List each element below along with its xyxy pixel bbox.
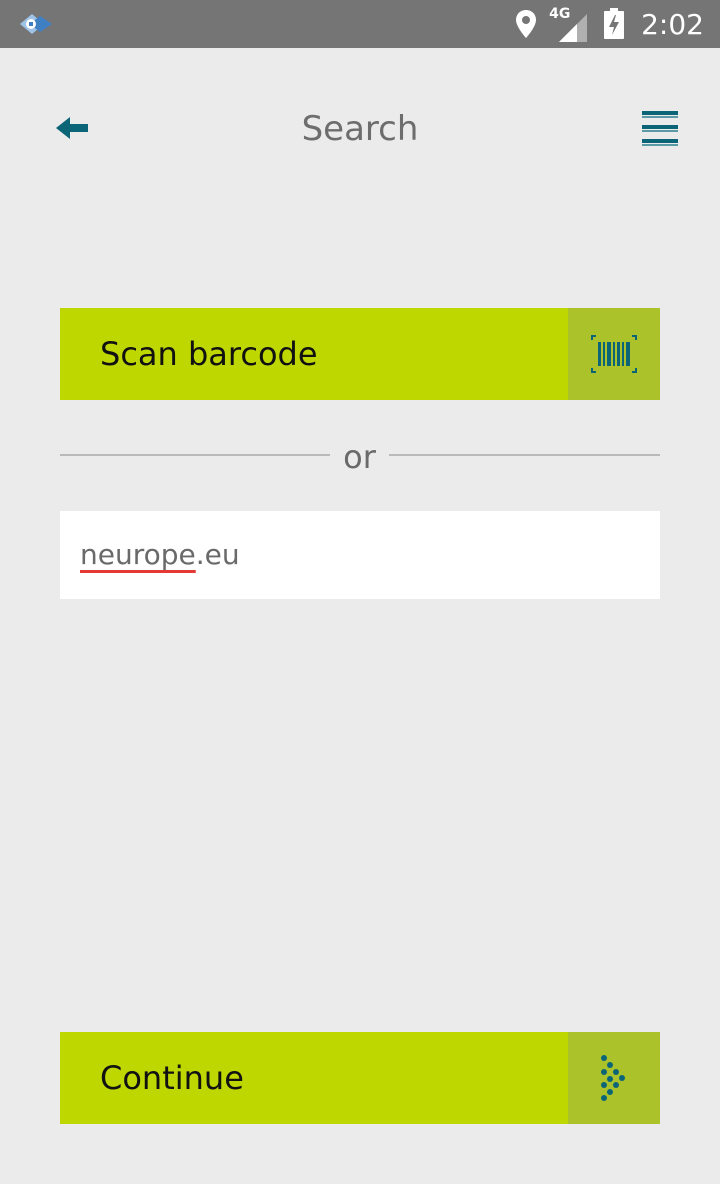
divider-line-left xyxy=(60,454,330,456)
app-bar: Search xyxy=(0,48,720,212)
search-input[interactable]: neurope.eu xyxy=(60,511,660,599)
location-icon xyxy=(516,10,537,38)
continue-button[interactable]: Continue xyxy=(60,1032,660,1124)
status-icons: 4G 2:02 xyxy=(515,0,704,48)
back-button[interactable] xyxy=(46,108,98,148)
or-text: or xyxy=(343,438,376,476)
status-time: 2:02 xyxy=(641,7,704,41)
signal-4g-icon: 4G xyxy=(549,4,589,44)
misspelled-word: neurope xyxy=(80,538,196,571)
page-title: Search xyxy=(301,109,419,149)
search-input-value: neurope.eu xyxy=(80,511,240,599)
dotted-arrow-icon xyxy=(601,1055,625,1101)
continue-icon-box xyxy=(568,1032,660,1124)
scan-barcode-label: Scan barcode xyxy=(100,335,318,373)
arrow-left-icon xyxy=(56,117,88,139)
divider-line-right xyxy=(389,454,660,456)
app-notification-icon xyxy=(20,14,52,34)
status-bar: 4G 2:02 xyxy=(0,0,720,48)
menu-button[interactable] xyxy=(636,106,684,150)
scan-barcode-button[interactable]: Scan barcode xyxy=(60,308,660,400)
search-value-suffix: .eu xyxy=(195,538,240,571)
or-divider: or xyxy=(60,432,660,480)
battery-charging-icon xyxy=(604,8,625,39)
barcode-scan-icon xyxy=(591,335,637,373)
scan-barcode-icon-box xyxy=(568,308,660,400)
hamburger-menu-icon xyxy=(642,111,678,146)
continue-label: Continue xyxy=(100,1059,244,1097)
